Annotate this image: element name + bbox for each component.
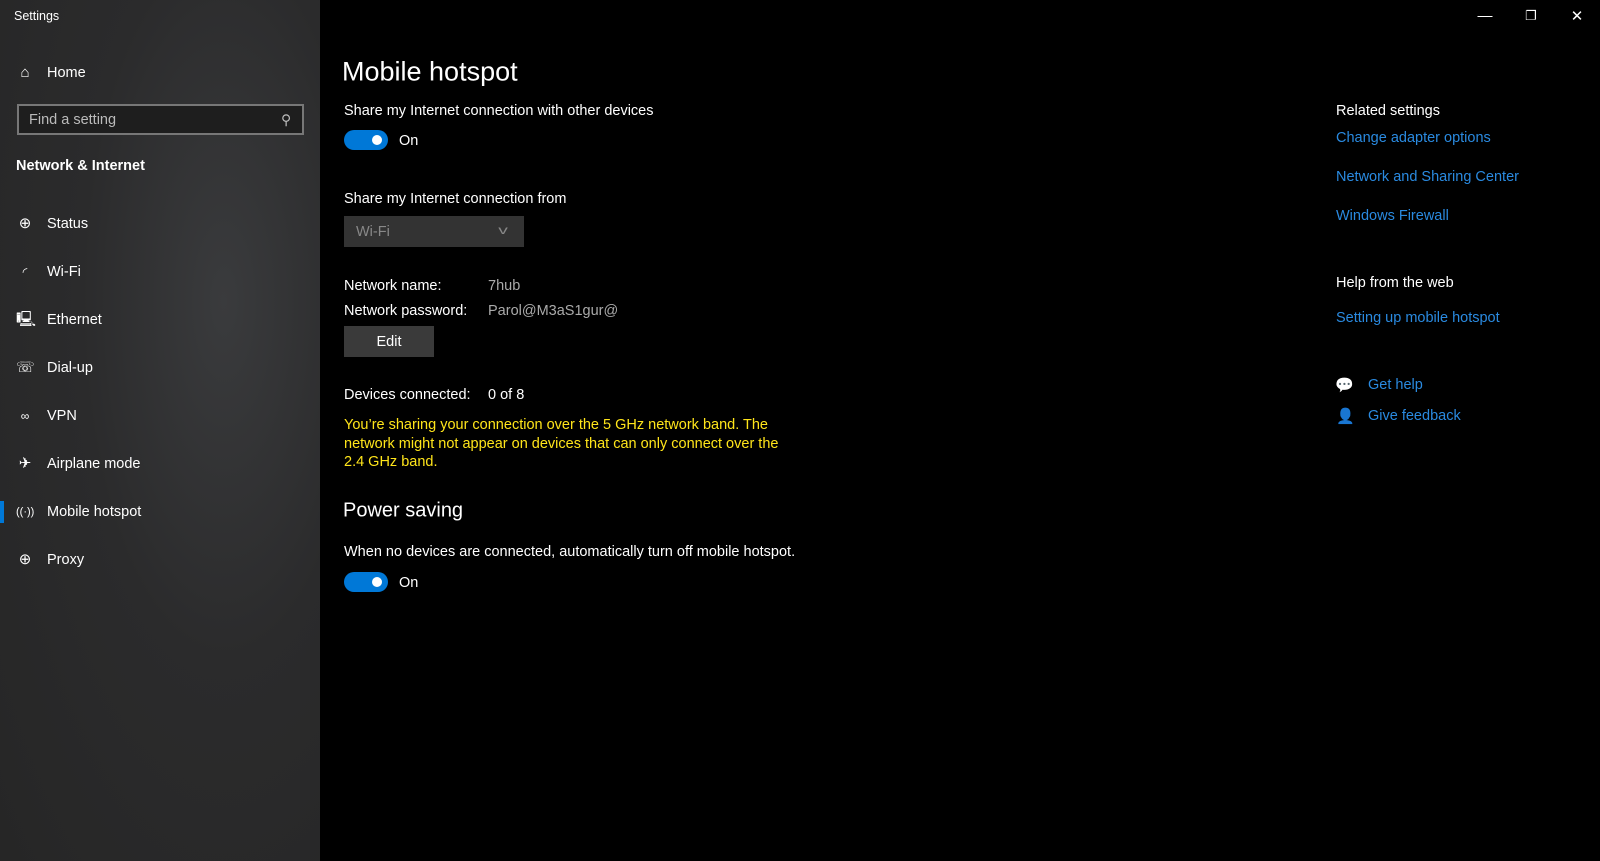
sidebar: Settings ⌂ Home ⚲ Network & Internet ⊕ St… [0,0,320,861]
dropdown-value: Wi-Fi [356,224,390,240]
help-heading: Help from the web [1336,275,1454,291]
page-title: Mobile hotspot [342,56,518,87]
power-saving-heading: Power saving [343,499,464,522]
give-feedback-icon: 👤 [1336,408,1355,425]
network-password-value: Parol@M3aS1gur@ [488,303,619,319]
change-adapter-options-link[interactable]: Change adapter options [1336,130,1491,146]
airplane-icon: ✈ [18,455,32,472]
home-label: Home [47,65,86,81]
network-password-label: Network password: [344,303,468,319]
edit-button[interactable]: Edit [344,326,434,357]
status-globe-icon: ⊕ [18,215,32,232]
setting-up-hotspot-link[interactable]: Setting up mobile hotspot [1336,310,1500,326]
network-name-label: Network name: [344,278,442,294]
network-sharing-center-link[interactable]: Network and Sharing Center [1336,169,1519,185]
restore-button[interactable]: ❐ [1525,8,1537,24]
nav-label: Dial-up [47,360,93,376]
share-from-label: Share my Internet connection from [344,191,567,207]
home-icon: ⌂ [20,64,30,81]
minimize-button[interactable]: — [1478,8,1493,25]
get-help-link[interactable]: Get help [1368,377,1423,393]
wifi-icon: ◜ [22,265,28,279]
search-icon[interactable]: ⚲ [281,112,291,129]
selected-indicator [0,501,4,523]
close-button[interactable]: ✕ [1571,7,1584,25]
related-settings-heading: Related settings [1336,103,1440,119]
vpn-icon: ∞ [20,409,30,423]
section-title: Network & Internet [16,158,145,174]
hotspot-icon: ((·)) [16,506,35,518]
search-input[interactable] [17,104,304,135]
nav-label: Status [47,216,89,232]
share-toggle-state: On [399,133,419,149]
window-title: Settings [14,9,60,23]
nav-label: VPN [47,408,77,424]
devices-connected-value: 0 of 8 [488,387,525,403]
share-label: Share my Internet connection with other … [344,103,654,119]
power-saving-toggle[interactable] [344,572,388,592]
nav-label: Proxy [47,552,85,568]
band-warning: You’re sharing your connection over the … [344,417,779,470]
give-feedback-link[interactable]: Give feedback [1368,408,1461,424]
network-name-value: 7hub [488,278,521,294]
share-from-dropdown[interactable]: Wi-Fi v [344,216,524,247]
dial-up-icon: ☏ [16,359,35,376]
nav-label: Mobile hotspot [47,504,142,520]
nav-label: Ethernet [47,312,102,328]
nav-label: Airplane mode [47,456,141,472]
nav-label: Wi-Fi [47,264,81,280]
power-saving-label: When no devices are connected, automatic… [344,544,796,560]
get-help-icon: 💬 [1335,377,1354,394]
power-toggle-state: On [399,575,419,591]
share-toggle[interactable] [344,130,388,150]
windows-firewall-link[interactable]: Windows Firewall [1336,208,1449,224]
devices-connected-label: Devices connected: [344,387,471,403]
globe-icon: ⊕ [18,551,32,568]
ethernet-icon: 🖳 [16,311,37,328]
chevron-down-icon: v [498,223,508,237]
